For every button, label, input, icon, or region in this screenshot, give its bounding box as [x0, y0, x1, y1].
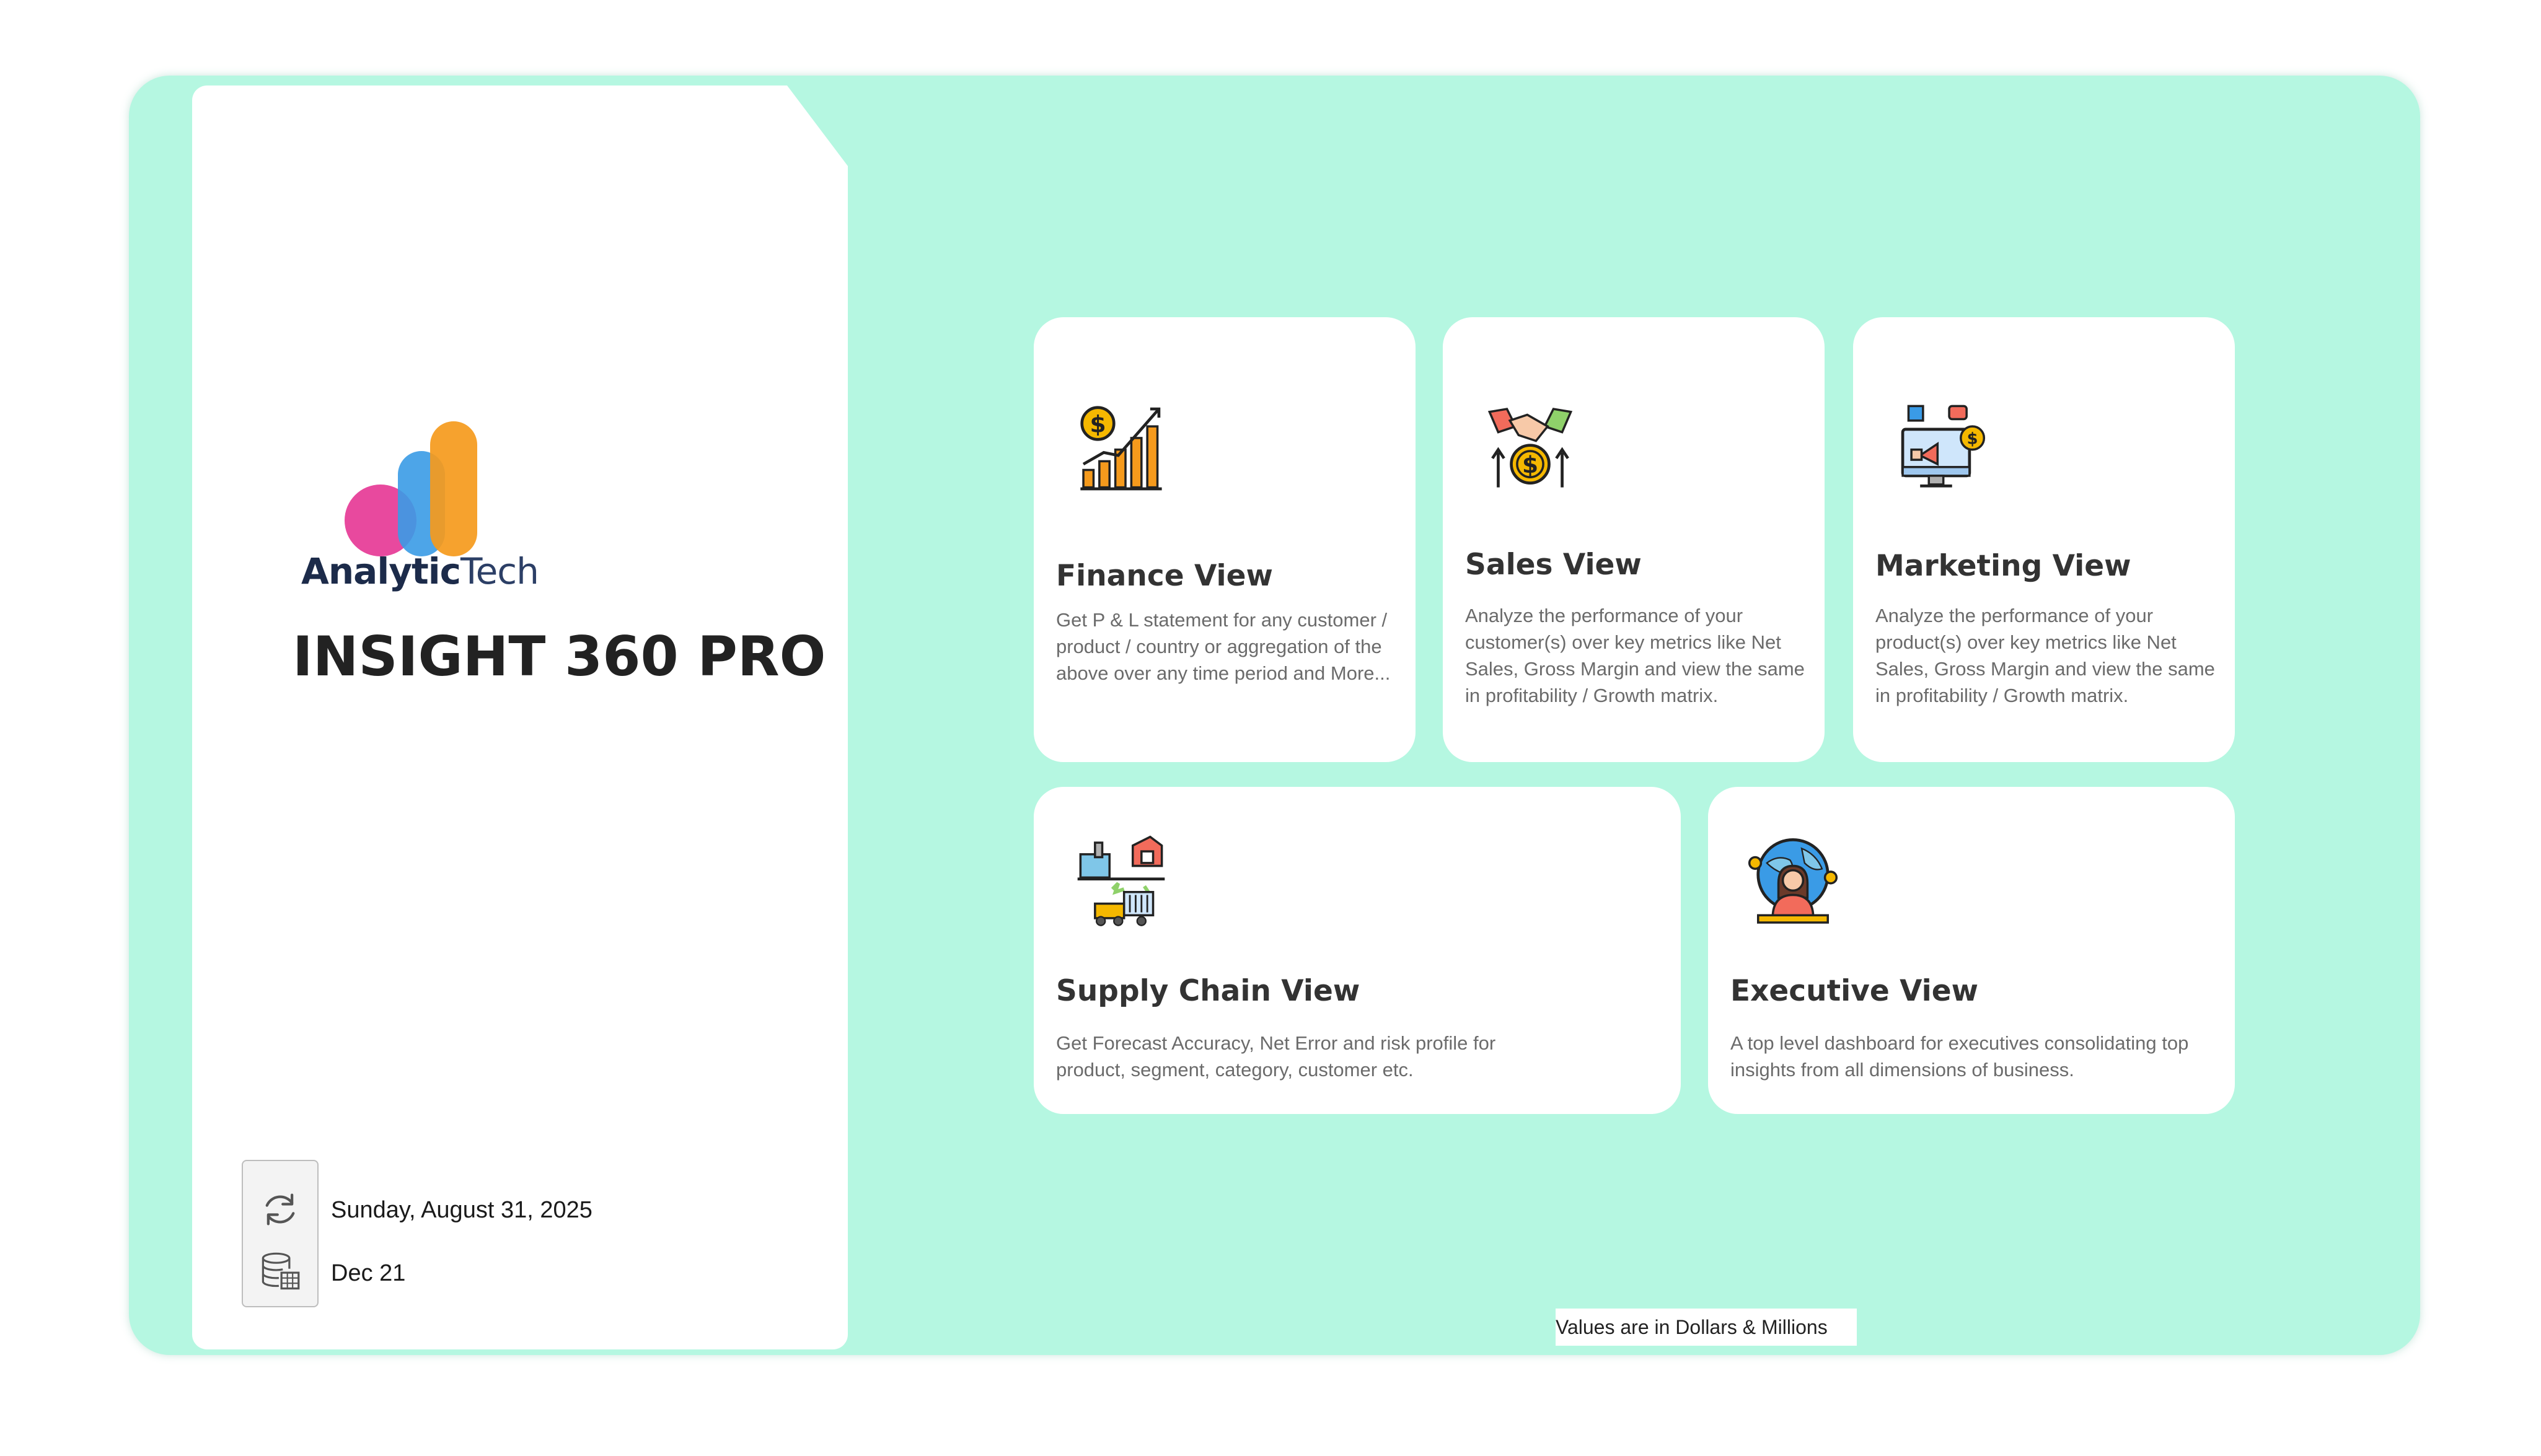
- supply-chain-view-title: Supply Chain View: [1056, 974, 1360, 1008]
- executive-view-card[interactable]: Executive View A top level dashboard for…: [1708, 787, 2235, 1114]
- marketing-view-card[interactable]: $ Marketing View Analyze the performance…: [1853, 317, 2235, 762]
- svg-text:$: $: [1522, 451, 1538, 478]
- app-title: INSIGHT 360 PRO: [293, 625, 826, 688]
- executive-view-description: A top level dashboard for executives con…: [1730, 1032, 2189, 1081]
- svg-text:$: $: [1967, 429, 1978, 448]
- executive-globe-person-icon: [1748, 838, 1838, 924]
- svg-text:$: $: [1090, 411, 1106, 438]
- refresh-icon[interactable]: [259, 1188, 301, 1230]
- logo-wordmark: AnalyticTech: [301, 550, 539, 592]
- data-through-date: Dec 21: [331, 1260, 406, 1286]
- sales-view-description: Analyze the performance of your customer…: [1465, 605, 1805, 706]
- finance-view-card[interactable]: $ Finance View Get P & L statement for a…: [1034, 317, 1416, 762]
- executive-view-title: Executive View: [1730, 974, 1979, 1008]
- supply-chain-view-description: Get Forecast Accuracy, Net Error and ris…: [1056, 1032, 1496, 1081]
- logo-text-light: Tech: [460, 550, 539, 592]
- supply-chain-view-card[interactable]: Supply Chain View Get Forecast Accuracy,…: [1034, 787, 1681, 1114]
- supply-chain-factory-icon: [1077, 835, 1165, 926]
- marketing-monitor-megaphone-icon: $: [1901, 405, 1986, 488]
- logo-text-bold: Analytic: [301, 550, 461, 592]
- database-table-icon: [262, 1252, 300, 1290]
- handshake-dollar-icon: $: [1487, 408, 1573, 488]
- sales-view-card[interactable]: $ Sales View Analyze the performance of …: [1443, 317, 1825, 762]
- sales-view-title: Sales View: [1465, 548, 1642, 582]
- logo-orange-bar: [430, 421, 477, 556]
- finance-growth-chart-icon: $: [1080, 406, 1162, 491]
- finance-view-description: Get P & L statement for any customer / p…: [1056, 609, 1391, 684]
- refresh-info-box: [242, 1160, 319, 1307]
- values-unit-footnote: Values are in Dollars & Millions: [1556, 1309, 1857, 1346]
- marketing-view-title: Marketing View: [1875, 549, 2131, 583]
- marketing-view-description: Analyze the performance of your product(…: [1875, 605, 2215, 706]
- finance-view-title: Finance View: [1056, 559, 1273, 593]
- last-refresh-date: Sunday, August 31, 2025: [331, 1197, 592, 1223]
